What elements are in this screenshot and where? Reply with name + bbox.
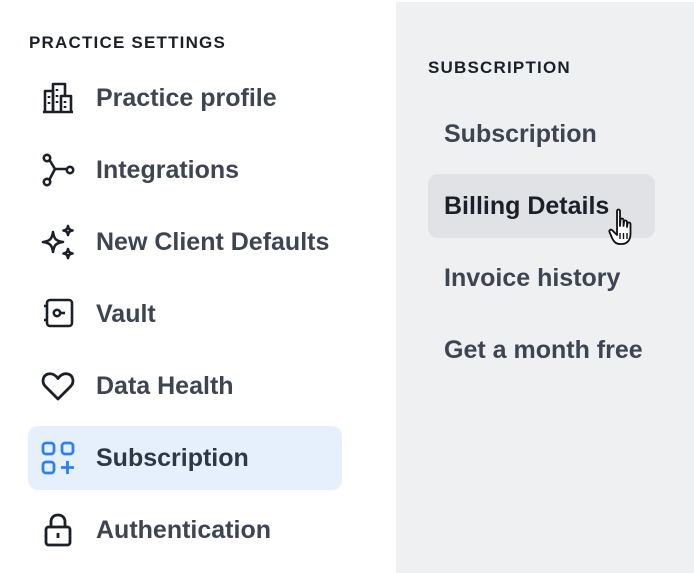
subscription-heading: SUBSCRIPTION xyxy=(428,58,571,77)
submenu-item-label: Invoice history xyxy=(444,264,621,292)
nav-item-label: Vault xyxy=(96,300,156,328)
lock-icon xyxy=(40,512,76,548)
nav-item-practice-profile[interactable]: Practice profile xyxy=(28,66,342,130)
heart-icon xyxy=(40,368,76,404)
submenu-item-label: Billing Details xyxy=(444,192,610,220)
practice-settings-heading: PRACTICE SETTINGS xyxy=(29,33,227,52)
nav-item-label: Subscription xyxy=(96,444,249,472)
sparkles-icon xyxy=(40,224,76,260)
submenu-item-label: Get a month free xyxy=(444,336,643,364)
nav-item-label: Authentication xyxy=(96,516,271,544)
nav-item-integrations[interactable]: Integrations xyxy=(28,138,342,202)
submenu-item-label: Subscription xyxy=(444,120,597,148)
nav-item-new-client-defaults[interactable]: New Client Defaults xyxy=(28,210,342,274)
nav-item-label: Integrations xyxy=(96,156,240,184)
hand-pointer-cursor-icon xyxy=(608,208,632,245)
nav-item-label: Practice profile xyxy=(96,84,277,112)
nav-item-label: Data Health xyxy=(96,372,234,400)
practice-settings-panel: PRACTICE SETTINGS Practice profile Integ… xyxy=(0,0,396,573)
subscription-submenu: SUBSCRIPTION Subscription Billing Detail… xyxy=(396,2,694,573)
nav-item-vault[interactable]: Vault xyxy=(28,282,342,346)
submenu-item-get-a-month-free[interactable]: Get a month free xyxy=(428,318,655,382)
apps-plus-icon xyxy=(40,440,76,476)
nav-item-authentication[interactable]: Authentication xyxy=(28,498,342,562)
integrations-icon xyxy=(40,152,76,188)
submenu-item-invoice-history[interactable]: Invoice history xyxy=(428,246,655,310)
building-icon xyxy=(40,80,76,116)
vault-icon xyxy=(40,296,76,332)
nav-item-data-health[interactable]: Data Health xyxy=(28,354,342,418)
nav-item-label: New Client Defaults xyxy=(96,228,330,256)
submenu-item-subscription[interactable]: Subscription xyxy=(428,102,655,166)
nav-item-subscription[interactable]: Subscription xyxy=(28,426,342,490)
